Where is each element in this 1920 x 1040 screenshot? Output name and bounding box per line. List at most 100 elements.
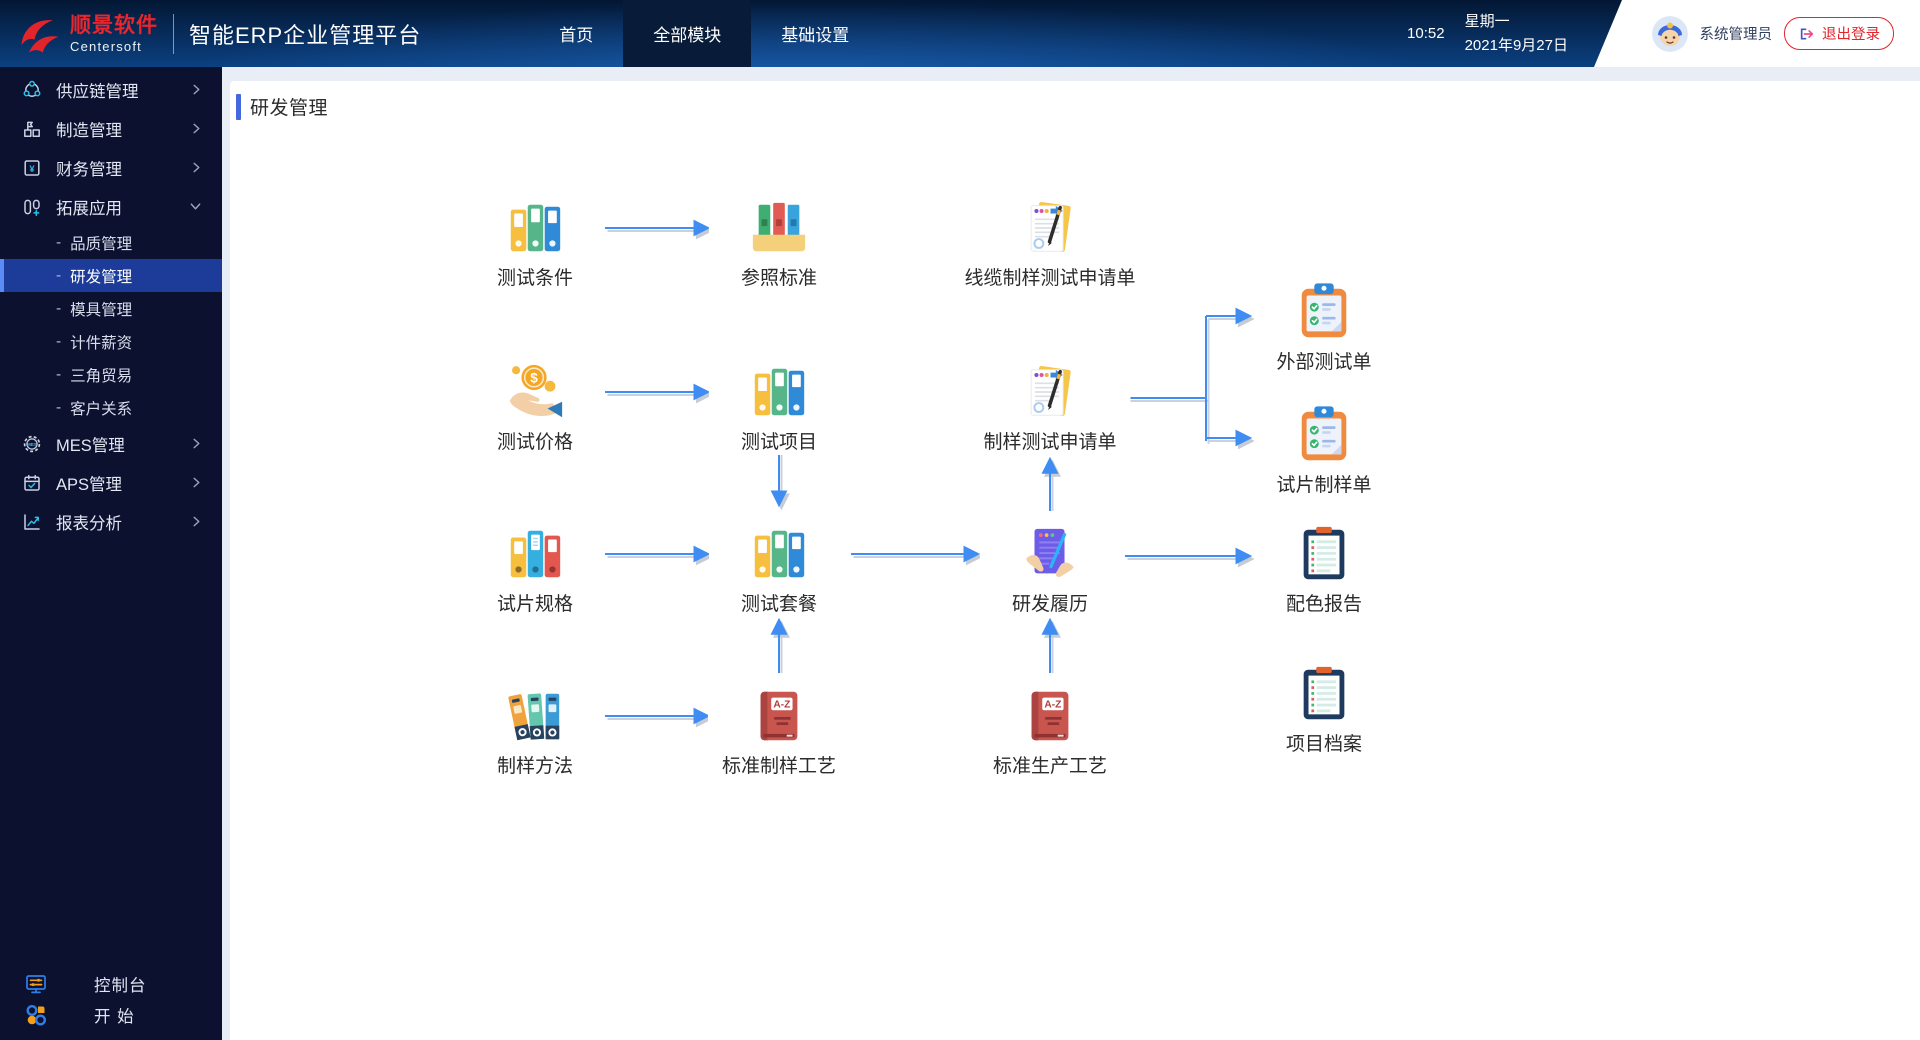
form-pen-icon bbox=[1019, 361, 1081, 423]
clipboard-navy-icon bbox=[1293, 523, 1355, 585]
sidebar-footer-console[interactable]: 控制台 bbox=[0, 968, 222, 999]
report-icon bbox=[22, 512, 42, 532]
sidebar-menu: 供应链管理制造管理¥财务管理拓展应用-品质管理-研发管理-模具管理-计件薪资-三… bbox=[0, 67, 222, 541]
clipboard-orange-icon bbox=[1293, 404, 1355, 466]
binders-tilted-icon bbox=[504, 685, 566, 747]
topbar-user-area: 系统管理员 退出登录 bbox=[1594, 0, 1920, 67]
money-hand-icon: $ bbox=[504, 361, 566, 423]
finance-icon: ¥ bbox=[22, 158, 42, 178]
sidebar-item-finance[interactable]: ¥财务管理 bbox=[0, 148, 222, 187]
flow-node-label: 配色报告 bbox=[1286, 589, 1362, 616]
sidebar-item-supply-chain[interactable]: 供应链管理 bbox=[0, 70, 222, 109]
flow-node-standard-production-process[interactable]: A-Z标准生产工艺 bbox=[979, 673, 1121, 779]
flow-node-standard-sample-process[interactable]: A-Z标准制样工艺 bbox=[708, 673, 850, 779]
flow-node-test-package[interactable]: 测试套餐 bbox=[709, 511, 849, 617]
logout-button[interactable]: 退出登录 bbox=[1784, 17, 1894, 50]
flow-node-sample-spec[interactable]: 试片规格 bbox=[465, 511, 605, 617]
logout-label: 退出登录 bbox=[1822, 23, 1880, 44]
sidebar-item-mes[interactable]: MES MES管理 bbox=[0, 424, 222, 463]
az-book-icon: A-Z bbox=[748, 685, 810, 747]
chevron-right-icon bbox=[191, 437, 202, 450]
supply-chain-icon bbox=[22, 80, 42, 100]
flow-node-label: 试片规格 bbox=[497, 589, 573, 616]
sidebar-subitem-label: 三角贸易 bbox=[70, 364, 132, 386]
az-book-icon: A-Z bbox=[1019, 685, 1081, 747]
chevron-right-icon bbox=[191, 83, 202, 96]
start-icon bbox=[24, 1003, 48, 1027]
flow-node-cable-sample-test-request[interactable]: 线缆制样测试申请单 bbox=[950, 185, 1149, 291]
aps-icon bbox=[22, 473, 42, 493]
sidebar-footer-start[interactable]: 开 始 bbox=[0, 999, 222, 1030]
dash: - bbox=[56, 234, 61, 252]
svg-text:A-Z: A-Z bbox=[1044, 699, 1061, 710]
sidebar-item-extensions[interactable]: 拓展应用 bbox=[0, 187, 222, 226]
sidebar-subitem-triangle-trade[interactable]: -三角贸易 bbox=[0, 358, 222, 391]
svg-text:A-Z: A-Z bbox=[773, 699, 790, 710]
flow-node-label: 研发履历 bbox=[1012, 589, 1088, 616]
date: 2021年9月27日 bbox=[1465, 34, 1568, 57]
extensions-icon bbox=[22, 197, 42, 217]
sidebar-item-report[interactable]: 报表分析 bbox=[0, 502, 222, 541]
sidebar-item-label: APS管理 bbox=[56, 471, 122, 495]
flow-node-label: 测试价格 bbox=[497, 427, 573, 454]
chevron-down-icon bbox=[189, 201, 202, 212]
nav-tab-basic-settings[interactable]: 基础设置 bbox=[751, 0, 879, 67]
brand-name: 顺景软件 bbox=[70, 15, 158, 36]
chevron-right-icon bbox=[191, 122, 202, 135]
logo-group: 顺景软件 Centersoft 智能ERP企业管理平台 bbox=[0, 12, 421, 56]
binders-ygb-icon bbox=[748, 361, 810, 423]
flow-node-color-report[interactable]: 配色报告 bbox=[1254, 511, 1394, 617]
binders-ygb-icon bbox=[504, 197, 566, 259]
flow-node-external-test-order[interactable]: 外部测试单 bbox=[1254, 269, 1394, 375]
flow-node-label: 测试套餐 bbox=[741, 589, 817, 616]
weekday: 星期一 bbox=[1465, 10, 1568, 33]
page-title: 研发管理 bbox=[250, 93, 328, 120]
flow-node-test-condition[interactable]: 测试条件 bbox=[465, 185, 605, 291]
nav-tab-all-modules[interactable]: 全部模块 bbox=[623, 0, 751, 67]
sidebar-subitem-rd[interactable]: -研发管理 bbox=[0, 259, 222, 292]
svg-text:$: $ bbox=[530, 370, 538, 385]
date-block: 星期一 2021年9月27日 bbox=[1465, 10, 1568, 57]
binders-ygb-icon bbox=[748, 523, 810, 585]
chevron-right-icon bbox=[191, 515, 202, 528]
flow-node-sample-method[interactable]: 制样方法 bbox=[465, 673, 605, 779]
current-user: 系统管理员 bbox=[1700, 23, 1773, 44]
sidebar-subitem-label: 客户关系 bbox=[70, 397, 132, 419]
flow-node-test-price[interactable]: $ 测试价格 bbox=[465, 349, 605, 455]
nav-tab-home[interactable]: 首页 bbox=[529, 0, 623, 67]
sidebar-footer-label: 控制台 bbox=[94, 972, 147, 996]
dash: - bbox=[56, 333, 61, 351]
chevron-right-icon bbox=[191, 161, 202, 174]
flow-node-reference-standard[interactable]: 参照标准 bbox=[709, 185, 849, 291]
svg-text:¥: ¥ bbox=[29, 164, 34, 174]
flow-node-project-archive[interactable]: 项目档案 bbox=[1254, 651, 1394, 757]
sidebar-subitem-piecework-pay[interactable]: -计件薪资 bbox=[0, 325, 222, 358]
app-title: 智能ERP企业管理平台 bbox=[189, 18, 421, 50]
flow-node-test-item[interactable]: 测试项目 bbox=[709, 349, 849, 455]
flow-node-label: 线缆制样测试申请单 bbox=[964, 263, 1135, 290]
mes-icon: MES bbox=[22, 434, 42, 454]
sidebar-subitem-mold[interactable]: -模具管理 bbox=[0, 292, 222, 325]
sidebar-subitem-customer-relation[interactable]: -客户关系 bbox=[0, 391, 222, 424]
sidebar-subitem-quality[interactable]: -品质管理 bbox=[0, 226, 222, 259]
page-title-row: 研发管理 bbox=[230, 81, 1920, 120]
logout-icon bbox=[1798, 27, 1815, 41]
dash: - bbox=[56, 399, 61, 417]
flow-node-label: 测试项目 bbox=[741, 427, 817, 454]
binders-ybr-icon bbox=[504, 523, 566, 585]
console-icon bbox=[24, 972, 48, 996]
avatar[interactable] bbox=[1652, 16, 1688, 52]
sidebar-item-manufacturing[interactable]: 制造管理 bbox=[0, 109, 222, 148]
topbar: 顺景软件 Centersoft 智能ERP企业管理平台 首页全部模块基础设置 1… bbox=[0, 0, 1920, 67]
sidebar-subitem-label: 研发管理 bbox=[70, 265, 132, 287]
flow-node-sample-piece-order[interactable]: 试片制样单 bbox=[1254, 392, 1394, 498]
sidebar-item-label: 制造管理 bbox=[56, 117, 122, 141]
flow-node-rd-history[interactable]: 研发履历 bbox=[980, 511, 1120, 617]
centersoft-logo-icon bbox=[16, 12, 64, 56]
sidebar: 供应链管理制造管理¥财务管理拓展应用-品质管理-研发管理-模具管理-计件薪资-三… bbox=[0, 67, 222, 1040]
sidebar-item-aps[interactable]: APS管理 bbox=[0, 463, 222, 502]
sidebar-item-label: MES管理 bbox=[56, 432, 125, 456]
brand-block: 顺景软件 Centersoft bbox=[70, 15, 158, 53]
flow-node-sample-test-request[interactable]: 制样测试申请单 bbox=[969, 349, 1130, 455]
flow-node-label: 制样测试申请单 bbox=[983, 427, 1116, 454]
